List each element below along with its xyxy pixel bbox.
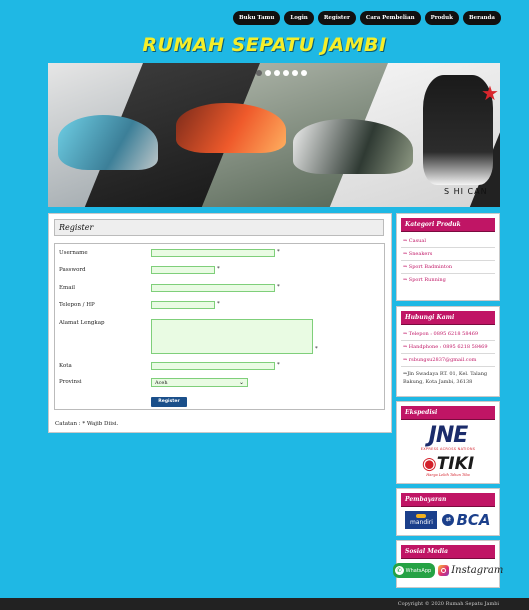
chevron-down-icon: ⌄ (238, 379, 244, 386)
sosial-title: Sosial Media (401, 545, 495, 559)
password-label: Password (59, 267, 86, 273)
hero-banner: ★ S HI CAN (48, 63, 500, 207)
shoe-image (176, 103, 286, 153)
bca-logo-text: BCA (456, 511, 491, 529)
provinsi-label: Provinsi (59, 379, 82, 385)
star-icon: ★ (481, 81, 499, 105)
nav-register[interactable]: Register (317, 11, 356, 25)
tiki-logo-text: TIKI (436, 454, 475, 474)
nav-produk[interactable]: Produk (424, 11, 459, 25)
required-mark: * (277, 284, 280, 290)
pembayaran-title: Pembayaran (401, 493, 495, 507)
pembayaran-widget: Pembayaran mandiri ⇄ BCA (396, 488, 500, 536)
bca-mark-icon: ⇄ (442, 514, 455, 526)
tiki-logo: ◉TIKI (421, 454, 475, 474)
instagram-icon (438, 565, 450, 576)
required-note: Catatan : * Wajib Diisi. (55, 421, 119, 427)
email-input[interactable] (151, 284, 275, 292)
username-label: Username (59, 250, 88, 256)
kategori-sneakers[interactable]: ⇒ Sneakers (401, 248, 495, 261)
banner-caption: S HI CAN (444, 187, 488, 196)
slider-dot[interactable] (301, 70, 307, 76)
nav-cara-pembelian[interactable]: Cara Pembelian (359, 11, 421, 25)
bca-logo: ⇄ BCA (442, 511, 491, 529)
social-links: ✆ WhatsApp Instagram (392, 563, 503, 578)
hubungi-widget: Hubungi Kami ⇒ Telepon : 0895 6218 58469… (396, 306, 500, 397)
kota-label: Kota (59, 363, 72, 369)
kategori-title: Kategori Produk (401, 218, 495, 232)
contact-handphone: ⇒ Handphone : 0895 6218 58469 (401, 341, 495, 354)
whatsapp-link[interactable]: ✆ WhatsApp (392, 563, 436, 578)
slider-dot[interactable] (274, 70, 280, 76)
copyright-text: Copyright © 2020 Rumah Sepatu Jambi (397, 601, 499, 607)
slider-dot[interactable] (265, 70, 271, 76)
footer: Copyright © 2020 Rumah Sepatu Jambi (0, 598, 529, 610)
whatsapp-icon: ✆ (394, 566, 404, 575)
register-panel: Register Username * Password * Email * T… (48, 213, 392, 433)
provinsi-value: Aceh (155, 380, 168, 386)
kategori-casual[interactable]: ⇒ Casual (401, 235, 495, 248)
jne-tagline: EXPRESS ACROSS NATIONS (420, 447, 476, 451)
nav-login[interactable]: Login (284, 11, 314, 25)
whatsapp-label: WhatsApp (405, 567, 432, 574)
slider-dot[interactable] (292, 70, 298, 76)
kategori-sport-badminton[interactable]: ⇒ Sport Badminton (401, 261, 495, 274)
tiki-tagline: Hanya Lebih Tahun Tiba (426, 473, 470, 477)
instagram-label: Instagram (451, 565, 504, 576)
jne-logo: JNE (428, 423, 469, 448)
kategori-widget: Kategori Produk ⇒ Casual ⇒ Sneakers ⇒ Sp… (396, 213, 500, 301)
ekspedisi-title: Ekspedisi (401, 406, 495, 420)
required-mark: * (315, 346, 318, 352)
nav-buku-tamu[interactable]: Buku Tamu (233, 11, 281, 25)
alamat-textarea[interactable] (151, 319, 313, 354)
required-mark: * (217, 301, 220, 307)
slider-dot[interactable] (256, 70, 262, 76)
nav-beranda[interactable]: Beranda (462, 11, 501, 25)
telepon-label: Telepon / HP (59, 302, 95, 308)
sosial-widget: Sosial Media ✆ WhatsApp Instagram (392, 540, 503, 588)
kota-input[interactable] (151, 362, 275, 370)
password-input[interactable] (151, 266, 215, 274)
contact-email[interactable]: ⇒ rsbungsu2837@gmail.com (401, 354, 495, 367)
email-label: Email (59, 285, 76, 291)
required-mark: * (217, 266, 220, 272)
required-mark: * (277, 249, 280, 255)
register-heading: Register (54, 219, 384, 236)
mandiri-logo: mandiri (405, 511, 438, 529)
hubungi-title: Hubungi Kami (401, 311, 495, 325)
instagram-link[interactable]: Instagram (438, 565, 503, 576)
provinsi-select[interactable]: Aceh ⌄ (151, 378, 248, 387)
ekspedisi-widget: Ekspedisi JNE EXPRESS ACROSS NATIONS ◉TI… (396, 401, 500, 484)
site-title: RUMAH SEPATU JAMBI (142, 34, 387, 56)
alamat-label: Alamat Lengkap (59, 320, 105, 326)
register-button[interactable]: Register (151, 397, 187, 407)
required-mark: * (277, 362, 280, 368)
register-form: Username * Password * Email * Telepon / … (54, 243, 385, 410)
contact-alamat: ⇒Jln Swadaya RT. 01, Kel. Talang Bakung,… (403, 371, 488, 385)
telepon-input[interactable] (151, 301, 215, 309)
username-input[interactable] (151, 249, 275, 257)
slider-dot[interactable] (283, 70, 289, 76)
slider-dots (256, 70, 307, 76)
payment-logos: mandiri ⇄ BCA (397, 511, 499, 529)
contact-telepon: ⇒ Telepon : 0895 6218 58469 (401, 328, 495, 341)
kategori-sport-running[interactable]: ⇒ Sport Running (401, 274, 495, 286)
top-nav: Buku Tamu Login Register Cara Pembelian … (233, 11, 501, 25)
